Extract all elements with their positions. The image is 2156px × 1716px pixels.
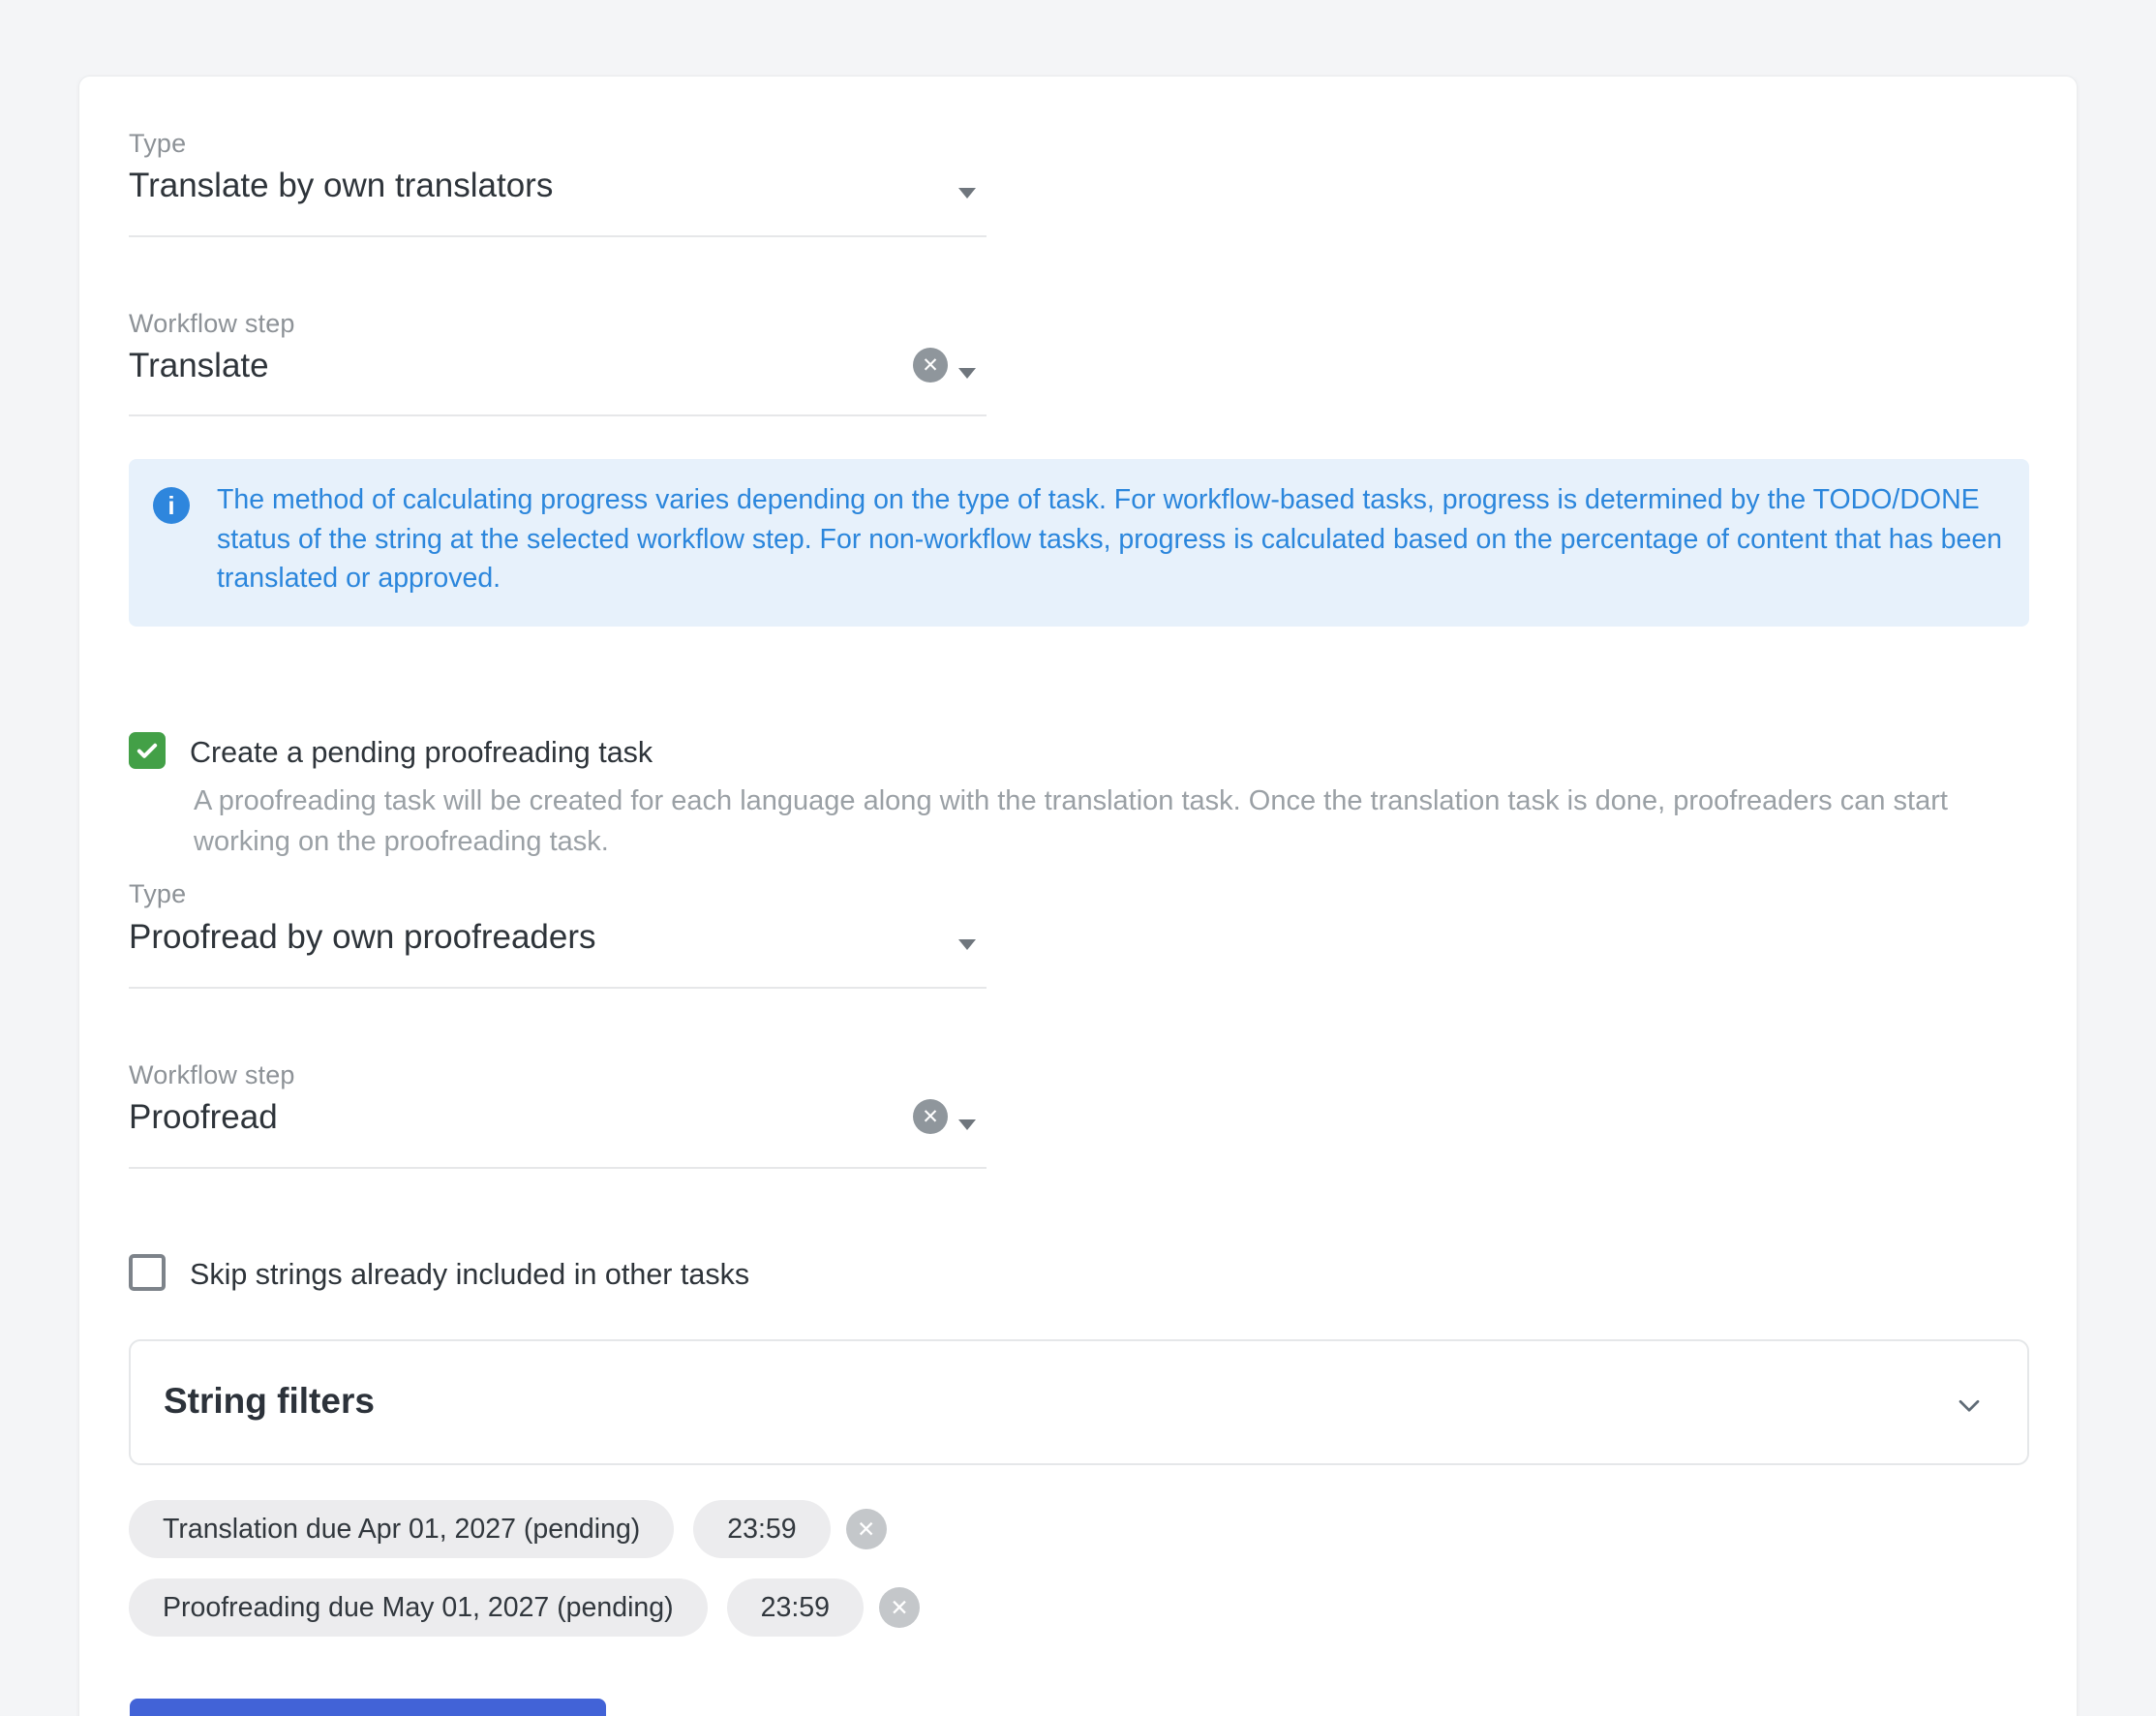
translation-type-select[interactable]: Translate by own translators — [129, 167, 987, 234]
chevron-down-icon[interactable] — [958, 188, 976, 199]
proofreading-type-select[interactable]: Proofread by own proofreaders — [129, 918, 987, 986]
chevron-down-icon[interactable] — [958, 1119, 976, 1130]
progress-info-banner: i The method of calculating progress var… — [129, 459, 2029, 627]
proofreading-workflow-value: Proofread — [129, 1098, 987, 1137]
clear-x-glyph: ✕ — [922, 353, 939, 378]
proofreading-due-time-label: 23:59 — [761, 1592, 830, 1624]
translation-type-value: Translate by own translators — [129, 167, 987, 205]
translation-due-chip-label: Translation due Apr 01, 2027 (pending) — [163, 1514, 640, 1546]
clear-icon[interactable]: ✕ — [913, 348, 948, 383]
close-x-glyph: ✕ — [857, 1517, 875, 1543]
translation-type-label: Type — [129, 129, 186, 159]
info-glyph: i — [167, 491, 174, 521]
field-underline — [129, 1167, 987, 1169]
proofreading-due-chip-row: Proofreading due May 01, 2027 (pending) … — [129, 1578, 920, 1637]
create-proofreading-checkbox[interactable] — [129, 732, 166, 769]
translation-due-time-chip[interactable]: 23:59 — [693, 1500, 830, 1558]
translation-due-chip[interactable]: Translation due Apr 01, 2027 (pending) — [129, 1500, 674, 1558]
field-underline — [129, 987, 987, 989]
close-x-glyph: ✕ — [890, 1595, 908, 1621]
info-icon: i — [153, 487, 190, 524]
translation-due-time-label: 23:59 — [727, 1514, 796, 1546]
translation-workflow-value: Translate — [129, 347, 987, 385]
clear-icon[interactable]: ✕ — [913, 1099, 948, 1134]
skip-strings-checkbox[interactable] — [129, 1254, 166, 1291]
close-icon[interactable]: ✕ — [846, 1509, 887, 1549]
chevron-down-icon[interactable] — [958, 939, 976, 950]
string-filters-panel[interactable]: String filters — [129, 1339, 2029, 1465]
skip-strings-label[interactable]: Skip strings already included in other t… — [190, 1258, 749, 1292]
proofreading-due-chip-label: Proofreading due May 01, 2027 (pending) — [163, 1592, 674, 1624]
chevron-down-icon[interactable] — [1952, 1388, 1987, 1427]
progress-info-text: The method of calculating progress varie… — [217, 480, 2006, 598]
create-proofreading-label[interactable]: Create a pending proofreading task — [190, 736, 653, 770]
proofreading-due-time-chip[interactable]: 23:59 — [727, 1578, 864, 1637]
clear-x-glyph: ✕ — [922, 1105, 939, 1129]
proofreading-workflow-select[interactable]: Proofread ✕ — [129, 1098, 987, 1166]
create-task-button-partial[interactable] — [130, 1699, 606, 1716]
proofreading-type-label: Type — [129, 879, 186, 909]
proofreading-due-chip[interactable]: Proofreading due May 01, 2027 (pending) — [129, 1578, 708, 1637]
field-underline — [129, 235, 987, 237]
proofreading-workflow-label: Workflow step — [129, 1060, 295, 1090]
close-icon[interactable]: ✕ — [879, 1587, 920, 1628]
proofreading-type-value: Proofread by own proofreaders — [129, 918, 987, 957]
task-form-screen: Type Translate by own translators Workfl… — [0, 0, 2156, 1716]
field-underline — [129, 414, 987, 416]
create-proofreading-description: A proofreading task will be created for … — [194, 781, 2014, 862]
checkmark-icon — [134, 737, 161, 764]
translation-due-chip-row: Translation due Apr 01, 2027 (pending) 2… — [129, 1500, 887, 1558]
chevron-down-icon[interactable] — [958, 368, 976, 379]
translation-workflow-select[interactable]: Translate ✕ — [129, 347, 987, 414]
translation-workflow-label: Workflow step — [129, 309, 295, 339]
form-card — [78, 76, 2078, 1716]
string-filters-title: String filters — [164, 1381, 375, 1422]
